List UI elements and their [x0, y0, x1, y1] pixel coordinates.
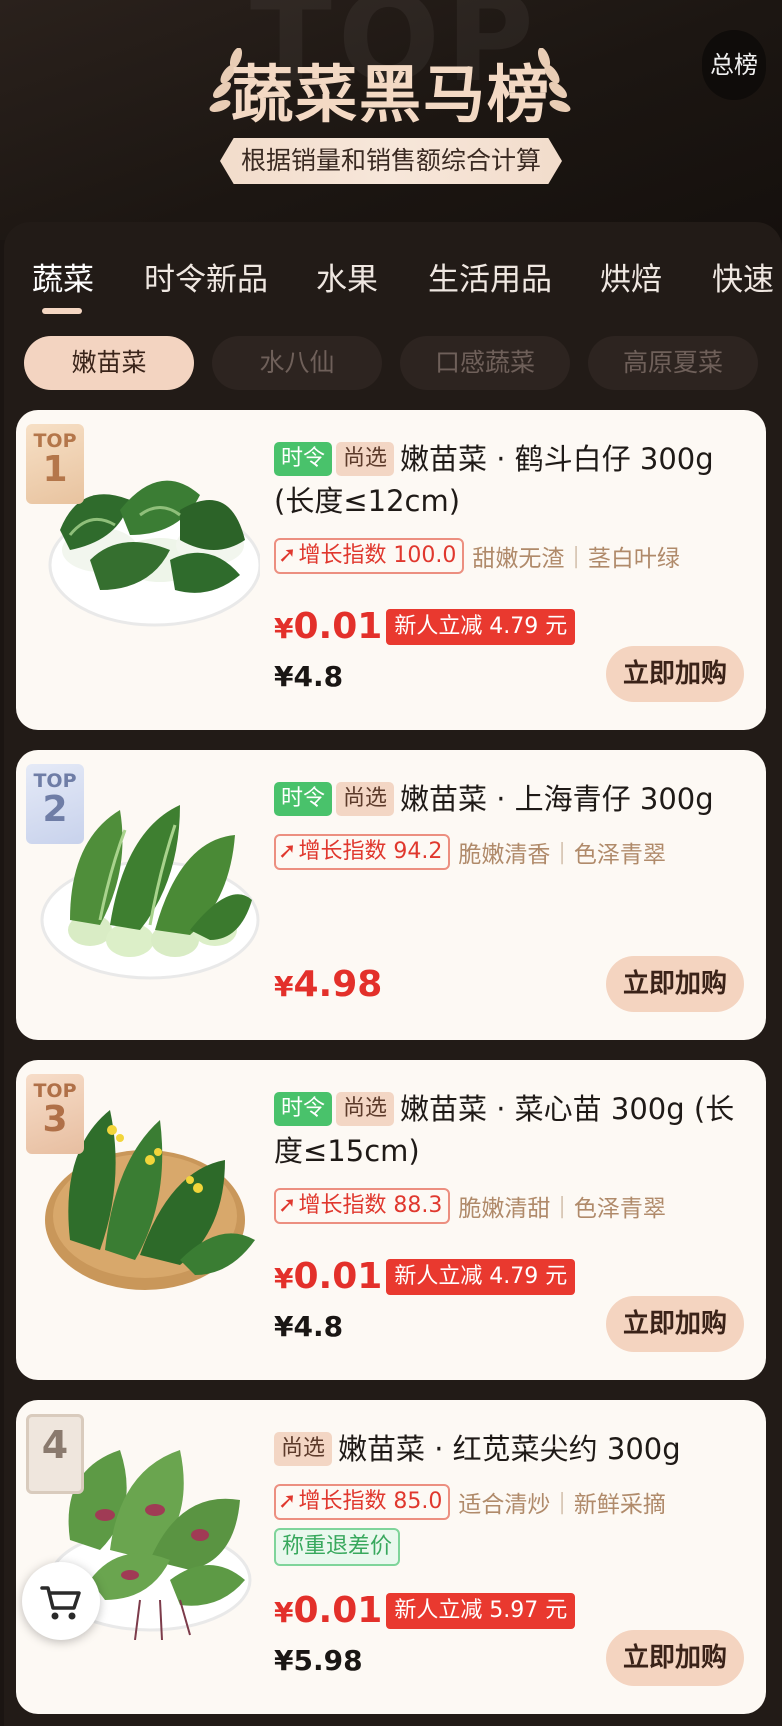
growth-index: ➚增长指数 100.0: [274, 538, 465, 574]
product-title: 尚选 嫩苗菜 · 红苋菜尖约 300g: [274, 1428, 754, 1470]
seasonal-tag: 时令: [274, 782, 333, 816]
overall-rank-button[interactable]: 总榜: [702, 30, 766, 100]
feature-label: 脆嫩清香: [458, 842, 551, 868]
tab-fruit[interactable]: 水果: [316, 254, 378, 299]
growth-arrow-icon: ➚: [278, 1489, 297, 1514]
feature-label: 新鲜采摘: [573, 1492, 666, 1518]
product-card[interactable]: TOP 3 时令 尚选 嫩苗菜 · 菜心苗 300g (长度≤15cm) ➚增长指数…: [16, 1060, 766, 1380]
promo-price: ¥0.01: [274, 1256, 383, 1297]
discount-badge: 新人立减 4.79 元: [386, 1258, 576, 1295]
product-card[interactable]: TOP 2 时令 尚选 嫩苗菜 · 上海青仔 300g ➚增长指数 94.2 脆嫩清香…: [16, 750, 766, 1040]
product-title: 时令 尚选 嫩苗菜 · 菜心苗 300g (长度≤15cm): [274, 1088, 754, 1172]
price-row: ¥0.01 新人立减 4.79 元: [274, 1256, 576, 1302]
feature-label: 茎白叶绿: [587, 546, 680, 572]
rank-badge: TOP 3: [26, 1074, 84, 1154]
growth-row: ➚增长指数 85.0 适合清炒 | 新鲜采摘: [274, 1484, 666, 1520]
original-price: ¥4.8: [274, 660, 344, 693]
seasonal-tag: 时令: [274, 1092, 333, 1126]
cart-button[interactable]: [22, 1562, 100, 1640]
product-title: 时令 尚选 嫩苗菜 · 上海青仔 300g: [274, 778, 754, 820]
category-tabs: 蔬菜 时令新品 水果 生活用品 烘焙 快速: [0, 254, 782, 314]
select-tag: 尚选: [336, 1092, 395, 1126]
tab-vegetables[interactable]: 蔬菜: [32, 254, 94, 299]
feature-label: 甜嫩无渣: [472, 546, 565, 572]
tab-baking[interactable]: 烘焙: [600, 254, 662, 299]
growth-index: ➚增长指数 85.0: [274, 1484, 451, 1520]
tab-seasonal[interactable]: 时令新品: [144, 254, 268, 299]
select-tag: 尚选: [336, 442, 395, 476]
rank-badge: 4: [26, 1414, 84, 1494]
product-name: 嫩苗菜 · 上海青仔 300g: [400, 782, 714, 816]
laurel-icon: [537, 48, 571, 113]
product-title: 时令 尚选 嫩苗菜 · 鹤斗白仔 300g (长度≤12cm): [274, 438, 754, 522]
feature-label: 适合清炒: [458, 1492, 551, 1518]
tab-quick[interactable]: 快速: [712, 254, 774, 299]
select-tag: 尚选: [336, 782, 395, 816]
separator: |: [558, 839, 566, 865]
promo-price: ¥0.01: [274, 606, 383, 647]
growth-row: ➚增长指数 94.2 脆嫩清香 | 色泽青翠: [274, 834, 666, 870]
add-to-cart-button[interactable]: 立即加购: [606, 1630, 744, 1686]
seasonal-tag: 时令: [274, 442, 333, 476]
growth-index: ➚增长指数 94.2: [274, 834, 451, 870]
price: ¥4.98: [274, 964, 383, 1005]
chip-plateau-veg[interactable]: 高原夏菜: [588, 336, 758, 390]
add-to-cart-button[interactable]: 立即加购: [606, 646, 744, 702]
chip-taste-veg[interactable]: 口感蔬菜: [400, 336, 570, 390]
select-tag: 尚选: [274, 1432, 333, 1466]
feature-label: 脆嫩清甜: [458, 1196, 551, 1222]
weight-refund-tag: 称重退差价: [274, 1528, 401, 1566]
growth-arrow-icon: ➚: [278, 839, 297, 864]
separator: |: [558, 1193, 566, 1219]
hero-banner: TOP 蔬菜黑马榜 根据销量和销售额综合计算 总榜: [0, 0, 782, 240]
price-row: ¥4.98: [274, 964, 382, 1010]
separator: |: [572, 543, 580, 569]
tab-daily-goods[interactable]: 生活用品: [428, 254, 552, 299]
cart-icon: [40, 1586, 81, 1620]
page-subtitle: 根据销量和销售额综合计算: [220, 138, 562, 184]
discount-badge: 新人立减 4.79 元: [386, 608, 576, 645]
product-card[interactable]: TOP 1 时令 尚选 嫩苗菜 · 鹤斗白仔 300g (长度≤12cm) ➚增长指…: [16, 410, 766, 730]
chip-tender-sprouts[interactable]: 嫩苗菜: [24, 336, 194, 390]
rank-badge: TOP 1: [26, 424, 84, 504]
feature-label: 色泽青翠: [573, 842, 666, 868]
growth-arrow-icon: ➚: [278, 543, 297, 568]
original-price: ¥4.8: [274, 1310, 344, 1343]
add-to-cart-button[interactable]: 立即加购: [606, 1296, 744, 1352]
tab-indicator: [42, 308, 82, 314]
discount-badge: 新人立减 5.97 元: [386, 1592, 576, 1629]
page-title: 蔬菜黑马榜: [230, 58, 551, 131]
original-price: ¥5.98: [274, 1644, 363, 1677]
growth-row: ➚增长指数 88.3 脆嫩清甜 | 色泽青翠: [274, 1188, 666, 1224]
product-card[interactable]: 4 尚选 嫩苗菜 · 红苋菜尖约 300g ➚增长指数 85.0 适合清炒 | 新鲜采摘…: [16, 1400, 766, 1714]
separator: |: [558, 1489, 566, 1515]
add-to-cart-button[interactable]: 立即加购: [606, 956, 744, 1012]
rank-badge: TOP 2: [26, 764, 84, 844]
growth-row: ➚增长指数 100.0 甜嫩无渣 | 茎白叶绿: [274, 538, 680, 574]
promo-price: ¥0.01: [274, 1590, 383, 1631]
growth-index: ➚增长指数 88.3: [274, 1188, 451, 1224]
price-row: ¥0.01 新人立减 4.79 元: [274, 606, 576, 652]
feature-label: 色泽青翠: [573, 1196, 666, 1222]
growth-arrow-icon: ➚: [278, 1193, 297, 1218]
product-name: 嫩苗菜 · 红苋菜尖约 300g: [338, 1432, 681, 1466]
chip-water-eight[interactable]: 水八仙: [212, 336, 382, 390]
price-row: ¥0.01 新人立减 5.97 元: [274, 1590, 576, 1636]
